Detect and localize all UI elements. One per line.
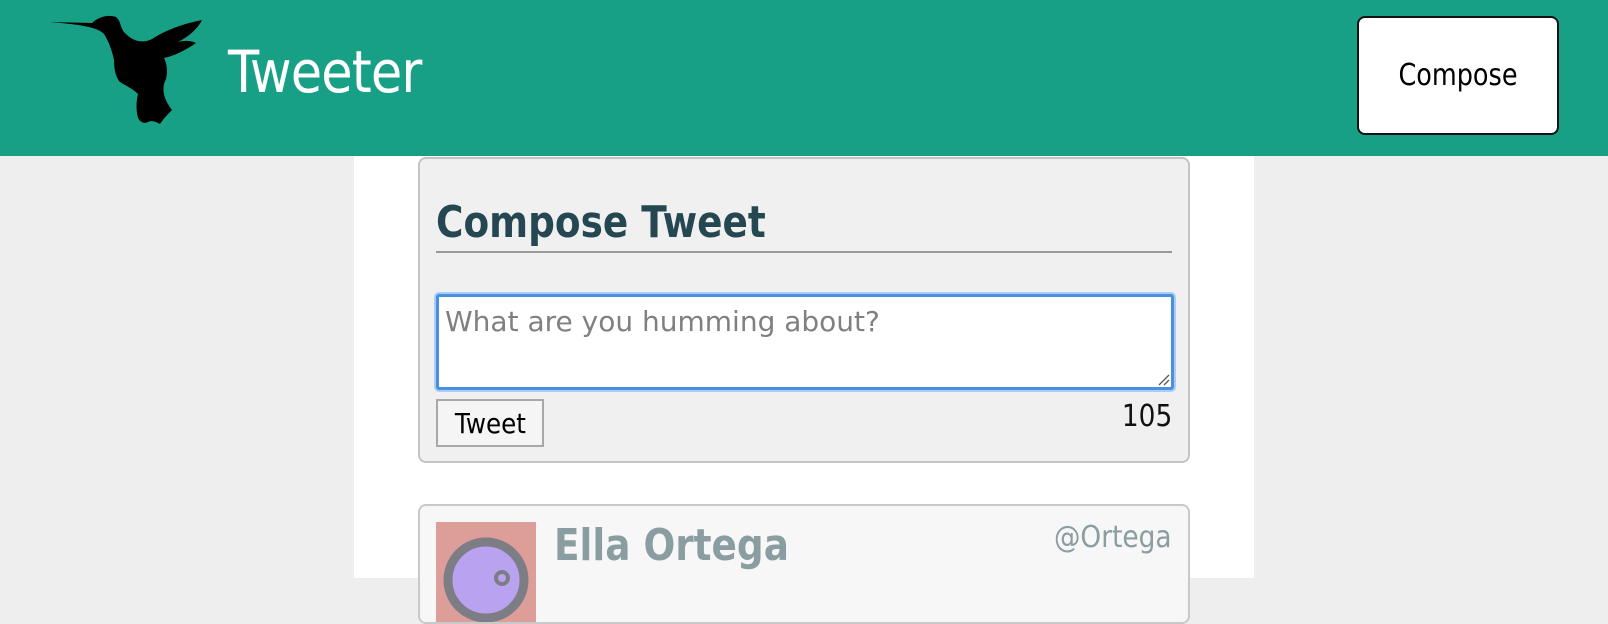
- compose-title: Compose Tweet: [436, 197, 766, 248]
- title-divider: [436, 251, 1172, 253]
- tweet-input[interactable]: [436, 294, 1174, 390]
- app-title: Tweeter: [228, 38, 422, 106]
- tweet-button-label: Tweet: [454, 406, 526, 440]
- char-counter: 105: [1121, 399, 1172, 434]
- tweet-card: Ella Ortega @Ortega: [418, 504, 1190, 624]
- avatar-icon: [436, 522, 536, 622]
- resize-handle-icon[interactable]: [1158, 374, 1170, 386]
- tweet-button[interactable]: Tweet: [436, 399, 544, 447]
- top-nav: Tweeter Compose: [0, 0, 1608, 156]
- compose-button[interactable]: Compose: [1357, 16, 1559, 135]
- hummingbird-icon: [50, 15, 202, 124]
- compose-panel: Compose Tweet Tweet 105: [418, 157, 1190, 463]
- tweet-author-name: Ella Ortega: [554, 520, 789, 571]
- main-content: Compose Tweet Tweet 105 Ella Ortega @Ort…: [354, 156, 1254, 624]
- compose-button-label: Compose: [1398, 58, 1518, 93]
- tweet-author-handle: @Ortega: [1054, 520, 1172, 555]
